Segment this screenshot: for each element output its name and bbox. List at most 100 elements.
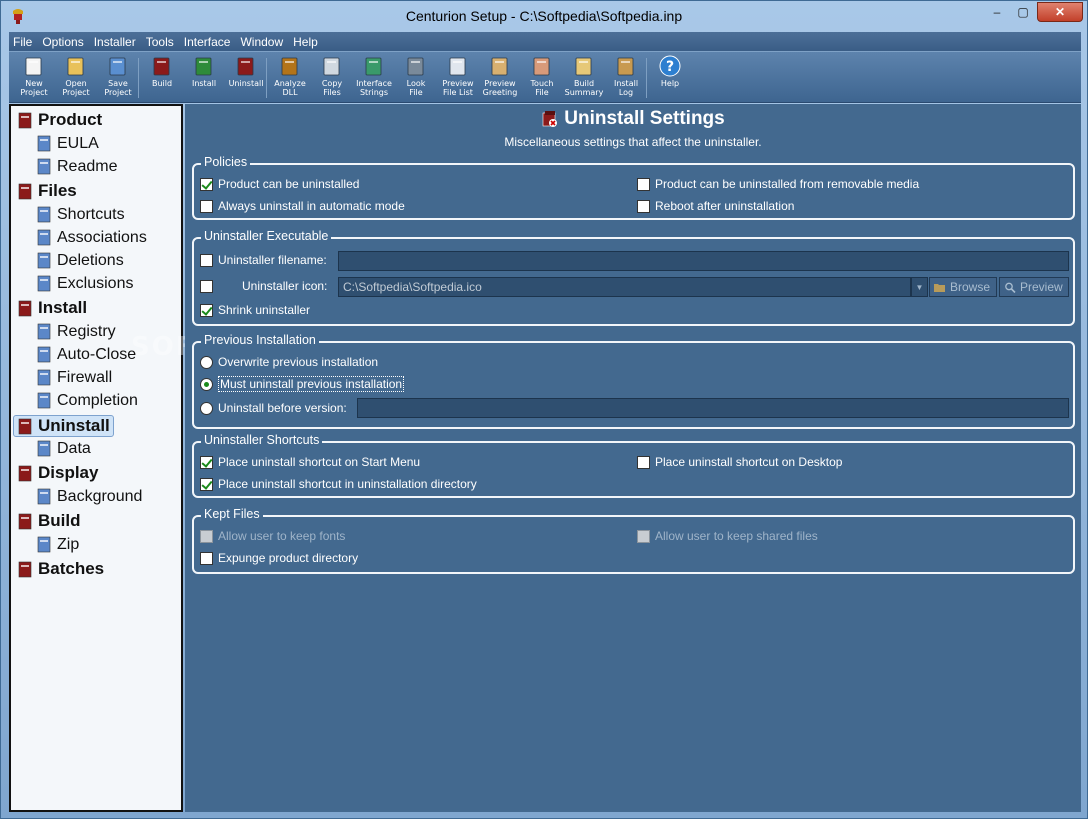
- menu-help[interactable]: Help: [288, 35, 323, 49]
- tree-item-uninstall[interactable]: Uninstall: [13, 415, 114, 437]
- removable-media-checkbox[interactable]: Product can be uninstalled from removabl…: [637, 177, 919, 191]
- menu-window[interactable]: Window: [235, 35, 288, 49]
- toolbar-separator: [138, 58, 139, 98]
- open-project-button[interactable]: Open Project: [55, 55, 97, 101]
- navigation-tree[interactable]: SOFTPEDIA ProductEULAReadmeFilesShortcut…: [9, 104, 312, 812]
- install-button[interactable]: Install: [183, 55, 225, 101]
- uninstaller-filename-checkbox[interactable]: Uninstaller filename:: [200, 253, 327, 267]
- new-project-button[interactable]: New Project: [13, 55, 55, 101]
- tree-item-registry[interactable]: Registry: [35, 322, 116, 341]
- firewall-icon: [37, 369, 51, 386]
- toolbar-label: Build Summary: [564, 79, 604, 97]
- help-button[interactable]: ? Help: [649, 55, 691, 101]
- preview-button[interactable]: Preview: [999, 277, 1069, 297]
- browse-button[interactable]: Browse: [929, 277, 997, 297]
- menu-installer[interactable]: Installer: [89, 35, 141, 49]
- tree-item-data[interactable]: Data: [35, 439, 91, 458]
- tree-item-shortcuts[interactable]: Shortcuts: [35, 205, 125, 224]
- tree-item-auto-close[interactable]: Auto-Close: [35, 345, 136, 364]
- tree-item-label: Deletions: [57, 251, 124, 269]
- toolbar-label: New Project: [20, 79, 48, 97]
- uninstaller-filename-input[interactable]: [338, 251, 1069, 271]
- tree-item-exclusions[interactable]: Exclusions: [35, 274, 133, 293]
- tree-item-product[interactable]: Product: [16, 110, 102, 130]
- touch-file-button[interactable]: Touch File: [521, 55, 563, 101]
- build-summary-button[interactable]: Build Summary: [563, 55, 605, 101]
- files-icon: [18, 183, 32, 199]
- help-icon: ?: [659, 55, 681, 77]
- analyze-dll-button[interactable]: Analyze DLL: [269, 55, 311, 101]
- menu-options[interactable]: Options: [37, 35, 88, 49]
- tree-item-batches[interactable]: Batches: [16, 559, 104, 579]
- overwrite-previous-radio[interactable]: Overwrite previous installation: [200, 355, 378, 369]
- toolbar-label: Help: [660, 79, 680, 88]
- uninstall-button[interactable]: Uninstall: [225, 55, 267, 101]
- tree-item-files[interactable]: Files: [16, 181, 77, 201]
- build-button[interactable]: Build: [141, 55, 183, 101]
- toolbar-label: Build: [151, 79, 173, 88]
- install-log-button[interactable]: Install Log: [605, 55, 647, 101]
- toolbar-label: Open Project: [62, 79, 90, 97]
- preview-file-list-icon: [449, 57, 466, 76]
- before-version-input[interactable]: [357, 398, 1069, 418]
- tree-item-background[interactable]: Background: [35, 487, 142, 506]
- menu-tools[interactable]: Tools: [141, 35, 179, 49]
- tree-item-associations[interactable]: Associations: [35, 228, 147, 247]
- uninstaller-icon-dropdown[interactable]: ▼: [911, 277, 928, 297]
- close-button[interactable]: ✕: [1037, 2, 1083, 22]
- title-bar[interactable]: Centurion Setup - C:\Softpedia\Softpedia…: [1, 1, 1087, 32]
- look-file-button[interactable]: Look File: [395, 55, 437, 101]
- maximize-button[interactable]: ▢: [1010, 2, 1036, 22]
- toolbar-label: Uninstall: [228, 79, 264, 88]
- tree-item-deletions[interactable]: Deletions: [35, 251, 124, 270]
- menu-interface[interactable]: Interface: [179, 35, 236, 49]
- product-can-be-uninstalled-checkbox[interactable]: Product can be uninstalled: [200, 177, 359, 191]
- reboot-checkbox[interactable]: Reboot after uninstallation: [637, 199, 794, 213]
- interface-strings-button[interactable]: Interface Strings: [353, 55, 395, 101]
- tree-item-eula[interactable]: EULA: [35, 134, 99, 153]
- must-uninstall-previous-radio[interactable]: Must uninstall previous installation: [200, 376, 405, 392]
- copy-files-button[interactable]: Copy Files: [311, 55, 353, 101]
- open-project-icon: [67, 57, 84, 76]
- start-menu-shortcut-checkbox[interactable]: Place uninstall shortcut on Start Menu: [200, 455, 420, 469]
- uninstaller-icon-input[interactable]: C:\Softpedia\Softpedia.ico: [338, 277, 911, 297]
- keep-shared-files-checkbox[interactable]: Allow user to keep shared files: [637, 529, 818, 543]
- preview-file-list-button[interactable]: Preview File List: [437, 55, 479, 101]
- page-header: Uninstall Settings Miscellaneous setting…: [185, 108, 1081, 149]
- minimize-button[interactable]: –: [984, 2, 1010, 22]
- folder-icon: [934, 283, 945, 292]
- save-project-button[interactable]: Save Project: [97, 55, 139, 101]
- kept-files-group: Kept Files: [192, 507, 1075, 574]
- toolbar-label: Analyze DLL: [274, 79, 306, 97]
- tree-item-label: Data: [57, 439, 91, 457]
- tree-item-firewall[interactable]: Firewall: [35, 368, 112, 387]
- uninstaller-icon-label: Uninstaller icon:: [242, 279, 328, 293]
- menu-file[interactable]: File: [9, 35, 37, 49]
- deletions-icon: [37, 252, 51, 269]
- tree-item-build[interactable]: Build: [16, 511, 81, 531]
- tree-item-readme[interactable]: Readme: [35, 157, 117, 176]
- tree-item-zip[interactable]: Zip: [35, 535, 79, 554]
- tree-item-install[interactable]: Install: [16, 298, 87, 318]
- completion-icon: [37, 392, 51, 409]
- automatic-mode-checkbox[interactable]: Always uninstall in automatic mode: [200, 199, 405, 213]
- tree-item-label: Firewall: [57, 368, 113, 386]
- shortcuts-icon: [37, 206, 51, 223]
- tree-item-label: Uninstall: [38, 416, 110, 435]
- desktop-shortcut-checkbox[interactable]: Place uninstall shortcut on Desktop: [637, 455, 842, 469]
- install-dir-shortcut-checkbox[interactable]: Place uninstall shortcut in uninstallati…: [200, 477, 477, 491]
- tree-item-display[interactable]: Display: [16, 463, 98, 483]
- preview-greeting-button[interactable]: Preview Greeting: [479, 55, 521, 101]
- tree-item-label: Shortcuts: [57, 205, 125, 223]
- display-icon: [18, 465, 32, 481]
- uninstall-before-version-radio[interactable]: Uninstall before version:: [200, 401, 347, 415]
- keep-fonts-checkbox[interactable]: Allow user to keep fonts: [200, 529, 345, 543]
- uninstaller-icon-checkbox[interactable]: [200, 280, 218, 293]
- shrink-uninstaller-checkbox[interactable]: Shrink uninstaller: [200, 303, 310, 317]
- product-icon: [18, 112, 32, 128]
- batches-icon: [18, 561, 32, 577]
- preview-greeting-icon: [491, 57, 508, 76]
- shortcuts-legend: Uninstaller Shortcuts: [201, 433, 323, 447]
- tree-item-completion[interactable]: Completion: [35, 391, 138, 410]
- expunge-directory-checkbox[interactable]: Expunge product directory: [200, 551, 358, 565]
